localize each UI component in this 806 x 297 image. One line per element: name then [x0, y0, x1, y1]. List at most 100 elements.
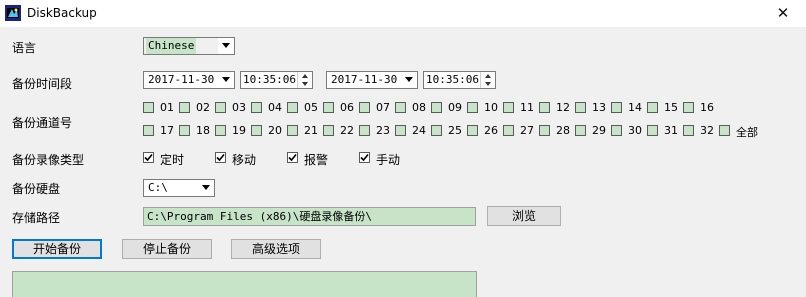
channel-label: 17: [160, 124, 174, 137]
checkbox-box[interactable]: [215, 102, 226, 113]
channel-label: 06: [340, 101, 354, 114]
storage-path-field[interactable]: C:\Program Files (x86)\硬盘录像备份\: [143, 207, 476, 226]
checkbox-box[interactable]: [575, 102, 586, 113]
checkbox-box[interactable]: [143, 125, 154, 136]
checkbox-box[interactable]: [503, 125, 514, 136]
channel-label: 28: [556, 124, 570, 137]
channel-label: 14: [628, 101, 642, 114]
end-time-value: 10:35:06: [426, 73, 479, 86]
record-type-label: 移动: [232, 153, 257, 167]
checkbox-box[interactable]: [323, 102, 334, 113]
checkbox-box[interactable]: [287, 125, 298, 136]
checkbox-box[interactable]: [359, 102, 370, 113]
channel-label: 19: [232, 124, 246, 137]
checkmark-icon: [144, 153, 153, 162]
checkbox-box[interactable]: [251, 102, 262, 113]
channel-label: 11: [520, 101, 534, 114]
title-bar: DiskBackup ✕: [0, 0, 806, 27]
channel-label: 07: [376, 101, 390, 114]
checkmark-icon: [216, 153, 225, 162]
client-area: 语言 备份时间段 备份通道号 备份录像类型 备份硬盘 存储路径 Chinese …: [0, 27, 806, 297]
checkbox-box[interactable]: [323, 125, 334, 136]
channel-label: 20: [268, 124, 282, 137]
channel-label: 27: [520, 124, 534, 137]
status-log-area: [12, 271, 477, 297]
checkbox-box[interactable]: [539, 125, 550, 136]
checkbox-box[interactable]: [287, 152, 298, 163]
channel-label: 04: [268, 101, 282, 114]
record-type-label: 定时: [160, 153, 185, 167]
checkbox-box[interactable]: [611, 102, 622, 113]
checkbox-box[interactable]: [143, 102, 154, 113]
channel-label: 10: [484, 101, 498, 114]
checkbox-box[interactable]: [287, 102, 298, 113]
start-backup-button[interactable]: 开始备份: [12, 239, 102, 259]
disk-label: 备份硬盘: [12, 182, 61, 196]
channel-label: 31: [664, 124, 678, 137]
language-value: Chinese: [146, 38, 197, 54]
checkbox-box[interactable]: [359, 152, 370, 163]
checkbox-box[interactable]: [251, 125, 262, 136]
channel-label: 25: [448, 124, 462, 137]
checkbox-box[interactable]: [215, 152, 226, 163]
checkbox-box[interactable]: [395, 125, 406, 136]
channel-label: 18: [196, 124, 210, 137]
time-range-label: 备份时间段: [12, 77, 73, 91]
end-time-spinner[interactable]: 10:35:06: [423, 71, 496, 89]
language-select[interactable]: Chinese: [143, 37, 235, 55]
path-label: 存储路径: [12, 211, 61, 225]
record-type-label: 手动: [376, 153, 401, 167]
channel-label: 03: [232, 101, 246, 114]
channel-label: 32: [700, 124, 714, 137]
checkbox-box[interactable]: [647, 102, 658, 113]
checkbox-box[interactable]: [179, 102, 190, 113]
checkbox-box[interactable]: [143, 152, 154, 163]
checkbox-box[interactable]: [647, 125, 658, 136]
checkbox-box[interactable]: [539, 102, 550, 113]
chevron-down-icon[interactable]: [218, 72, 234, 88]
checkbox-box[interactable]: [179, 125, 190, 136]
channel-label: 08: [412, 101, 426, 114]
window-title: DiskBackup: [27, 6, 97, 20]
checkbox-box[interactable]: [359, 125, 370, 136]
channel-label: 29: [592, 124, 606, 137]
channel-label: 15: [664, 101, 678, 114]
checkbox-box[interactable]: [611, 125, 622, 136]
channel-label: 01: [160, 101, 174, 114]
spin-buttons: [297, 72, 312, 88]
app-window: DiskBackup ✕ 语言 备份时间段 备份通道号 备份录像类型 备份硬盘 …: [0, 0, 806, 297]
spin-down-icon[interactable]: [481, 80, 495, 88]
checkbox-box[interactable]: [503, 102, 514, 113]
chevron-down-icon[interactable]: [218, 38, 234, 54]
checkbox-box[interactable]: [575, 125, 586, 136]
spin-up-icon[interactable]: [298, 72, 312, 80]
advanced-options-button[interactable]: 高级选项: [231, 239, 321, 259]
checkbox-box[interactable]: [431, 102, 442, 113]
spin-buttons: [480, 72, 495, 88]
checkbox-box[interactable]: [467, 125, 478, 136]
language-label: 语言: [12, 41, 37, 55]
spin-down-icon[interactable]: [298, 80, 312, 88]
checkbox-box[interactable]: [467, 102, 478, 113]
chevron-down-icon[interactable]: [198, 180, 214, 196]
stop-backup-button[interactable]: 停止备份: [122, 239, 212, 259]
checkbox-box[interactable]: [683, 125, 694, 136]
checkbox-box[interactable]: [215, 125, 226, 136]
chevron-down-icon[interactable]: [401, 72, 417, 88]
checkbox-box[interactable]: [719, 125, 730, 136]
end-date-value: 2017-11-30: [331, 73, 398, 86]
channel-label: 13: [592, 101, 606, 114]
browse-button[interactable]: 浏览: [487, 206, 561, 226]
spin-up-icon[interactable]: [481, 72, 495, 80]
checkbox-box[interactable]: [683, 102, 694, 113]
end-date-picker[interactable]: 2017-11-30: [326, 71, 418, 89]
start-time-spinner[interactable]: 10:35:06: [240, 71, 313, 89]
checkmark-icon: [288, 153, 297, 162]
checkbox-box[interactable]: [431, 125, 442, 136]
checkbox-box[interactable]: [395, 102, 406, 113]
disk-value: C:\: [148, 181, 168, 194]
close-button[interactable]: ✕: [760, 0, 806, 27]
disk-select[interactable]: C:\: [143, 179, 215, 197]
app-icon: [5, 5, 21, 21]
start-date-picker[interactable]: 2017-11-30: [143, 71, 235, 89]
